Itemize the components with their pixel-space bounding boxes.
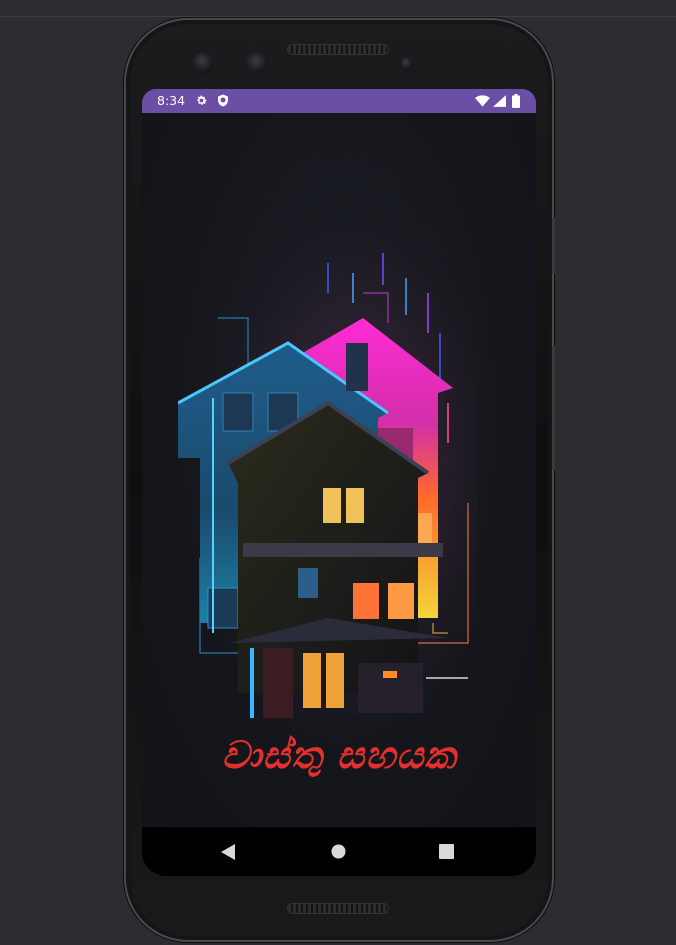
splash-content: වාස්තු සහයක [142,113,536,827]
neon-house-illustration [178,223,478,723]
recents-square-icon[interactable] [439,844,454,863]
settings-gear-icon [195,94,208,110]
home-circle-icon[interactable] [331,844,346,863]
shield-icon [217,94,229,110]
phone-screen: 8:34 වාස්තු සහයක [142,89,536,876]
app-title: වාස්තු සහයක [221,733,457,777]
front-camera-left-icon [192,52,214,74]
battery-icon [512,94,520,111]
proximity-sensor-icon [400,57,413,70]
cell-signal-icon [493,95,506,110]
volume-button[interactable] [552,346,555,470]
power-button[interactable] [552,218,555,274]
top-speaker-grille [288,45,388,54]
wifi-icon [475,95,490,110]
back-triangle-icon[interactable] [221,844,236,864]
bottom-speaker-grille [288,904,388,913]
front-camera-right-icon [246,52,268,74]
status-time: 8:34 [157,93,186,108]
window-top-divider [0,16,676,17]
navigation-bar [142,827,536,876]
status-bar: 8:34 [142,89,536,113]
